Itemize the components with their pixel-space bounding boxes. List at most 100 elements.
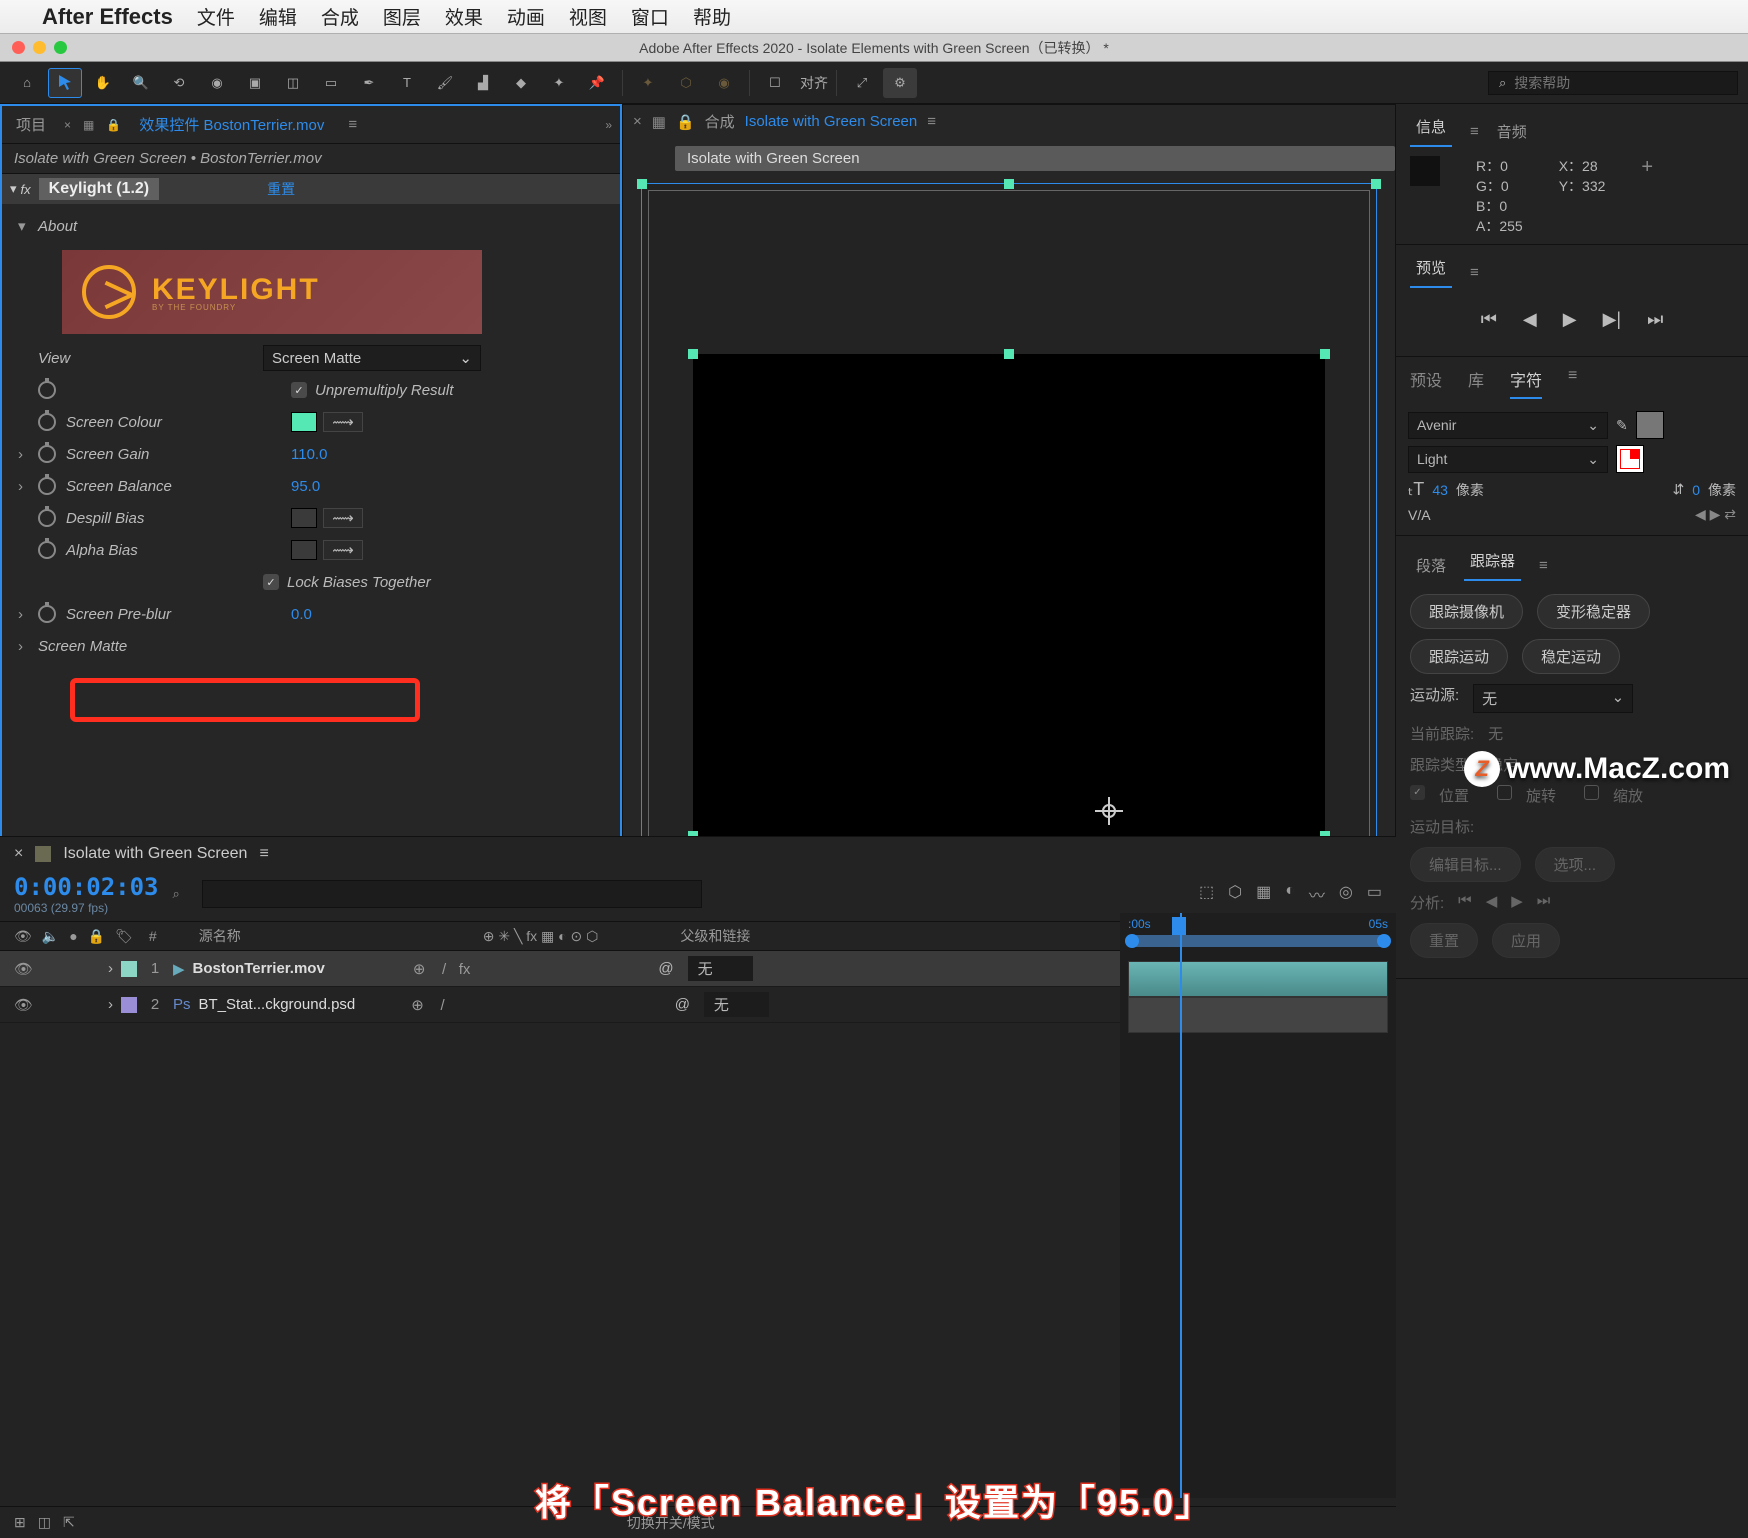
playhead[interactable] [1172, 917, 1186, 935]
lock-icon[interactable]: 🔒 [676, 113, 695, 131]
resize-handle[interactable] [1004, 179, 1014, 189]
tracker-reset-button[interactable]: 重置 [1410, 923, 1478, 958]
panel-menu-icon[interactable]: ≡ [1539, 557, 1548, 574]
close-tab-icon[interactable]: × [14, 845, 23, 863]
options-button[interactable]: 选项... [1535, 847, 1616, 882]
3d-tool[interactable]: ⬡ [669, 68, 703, 98]
solo-col-icon[interactable]: ● [69, 928, 77, 944]
eraser-tool[interactable]: ◆ [504, 68, 538, 98]
stopwatch-icon[interactable] [38, 509, 56, 527]
font-size-value[interactable]: 43 [1432, 482, 1448, 498]
arrows-icon[interactable]: ◀ ▶ ⇄ [1695, 506, 1736, 523]
parent-dropdown[interactable]: 无 [704, 992, 769, 1017]
menu-effect[interactable]: 效果 [445, 3, 483, 30]
analyze-end-icon[interactable]: ⏭ [1537, 892, 1551, 913]
anchor-point-icon[interactable] [1095, 797, 1123, 825]
stopwatch-icon[interactable] [38, 477, 56, 495]
first-frame-button[interactable]: ⏮ [1481, 309, 1497, 330]
expand-icon[interactable]: ⇱ [63, 1514, 75, 1531]
fill-swatch[interactable] [1636, 411, 1664, 439]
balance-value[interactable]: 95.0 [291, 478, 320, 495]
panel-menu-icon[interactable]: ≡ [1568, 367, 1577, 399]
layer-handle[interactable] [1320, 349, 1330, 359]
track-camera-button[interactable]: 跟踪摄像机 [1410, 594, 1523, 629]
fx-badge-icon[interactable]: fx [21, 182, 31, 197]
view-dropdown[interactable]: Screen Matte⌄ [263, 345, 481, 371]
work-area-end[interactable] [1377, 934, 1391, 948]
parent-dropdown[interactable]: 无 [688, 956, 753, 981]
prev-frame-button[interactable]: ◀ [1523, 309, 1537, 330]
menu-view[interactable]: 视图 [569, 3, 607, 30]
effect-twirl-icon[interactable]: ▾ [10, 181, 17, 197]
layer-duration-bar[interactable] [1128, 997, 1388, 1033]
font-family-dropdown[interactable]: Avenir⌄ [1408, 412, 1608, 439]
comp-marker-icon[interactable]: ▭ [1367, 882, 1382, 906]
time-ruler[interactable]: :00s 05s [1120, 913, 1396, 961]
panel-menu-icon[interactable]: ≡ [1470, 264, 1479, 281]
clone-tool[interactable]: ▟ [466, 68, 500, 98]
lock-col-icon[interactable]: 🔒 [88, 928, 105, 945]
rotation-tool[interactable]: ◉ [200, 68, 234, 98]
effect-reset-link[interactable]: 重置 [267, 179, 295, 199]
parent-pickwhip-icon[interactable]: @ [675, 996, 690, 1013]
toggle-switches-icon[interactable]: ⊞ [14, 1514, 26, 1531]
analyze-fwd-icon[interactable]: ▶ [1511, 892, 1523, 913]
tab-preset[interactable]: 预设 [1410, 367, 1442, 399]
panel-menu-icon[interactable]: ≡ [1470, 123, 1479, 140]
resize-handle[interactable] [637, 179, 647, 189]
source-name-col[interactable]: 源名称 [193, 926, 247, 946]
visibility-toggle[interactable]: 👁 [14, 960, 32, 978]
menu-composition[interactable]: 合成 [321, 3, 359, 30]
search-icon[interactable]: ⌕ [173, 886, 180, 902]
stopwatch-icon[interactable] [38, 605, 56, 623]
current-time[interactable]: 0:00:02:03 [14, 873, 159, 901]
tab-effect-controls[interactable]: 效果控件 BostonTerrier.mov [133, 114, 330, 135]
camera-tool[interactable]: ▣ [238, 68, 272, 98]
search-input[interactable] [1514, 75, 1727, 91]
menu-window[interactable]: 窗口 [631, 3, 669, 30]
position-checkbox[interactable]: ✓ [1410, 785, 1425, 800]
screen-matte-row[interactable]: › Screen Matte [2, 630, 620, 662]
scale-checkbox[interactable] [1584, 785, 1599, 800]
layer-color-chip[interactable] [121, 961, 137, 977]
panel-menu-icon[interactable]: ≡ [348, 116, 357, 133]
eye-col-icon[interactable]: 👁 [14, 928, 32, 945]
warp-stabilize-button[interactable]: 变形稳定器 [1537, 594, 1650, 629]
visibility-toggle[interactable]: 👁 [14, 996, 32, 1014]
next-frame-button[interactable]: ▶| [1603, 309, 1622, 330]
light-tool[interactable]: ◉ [707, 68, 741, 98]
orbit-tool[interactable]: ⟲ [162, 68, 196, 98]
timeline-search-input[interactable] [202, 880, 702, 908]
edit-target-button[interactable]: 编辑目标... [1410, 847, 1521, 882]
last-frame-button[interactable]: ⏭ [1647, 309, 1663, 330]
axis-tool[interactable]: ✦ [631, 68, 665, 98]
eyedropper-icon[interactable]: ⟿ [323, 412, 363, 432]
motion-source-dropdown[interactable]: 无⌄ [1473, 684, 1633, 713]
playhead-line[interactable] [1180, 913, 1182, 1498]
auto-open-icon[interactable]: ⤢ [845, 68, 879, 98]
close-comp-icon[interactable]: × [633, 113, 642, 130]
play-button[interactable]: ▶ [1563, 309, 1577, 330]
home-tool[interactable]: ⌂ [10, 68, 44, 98]
toggle-modes-icon[interactable]: ◫ [38, 1514, 51, 1531]
about-row[interactable]: ▾About [2, 210, 620, 242]
tab-project[interactable]: 项目 [10, 114, 52, 135]
snap-checkbox[interactable]: ☐ [758, 68, 792, 98]
layer-name[interactable]: BT_Stat...ckground.psd [199, 996, 356, 1013]
menu-edit[interactable]: 编辑 [259, 3, 297, 30]
pen-tool[interactable]: ✒ [352, 68, 386, 98]
tab-character[interactable]: 字符 [1510, 367, 1542, 399]
alpha-swatch[interactable] [291, 540, 317, 560]
tab-paragraph[interactable]: 段落 [1410, 555, 1452, 576]
audio-col-icon[interactable]: 🔈 [42, 928, 59, 945]
analyze-rev-icon[interactable]: ◀ [1486, 892, 1498, 913]
comp-breadcrumb-chip[interactable]: Isolate with Green Screen [675, 146, 1395, 171]
layer-handle[interactable] [1004, 349, 1014, 359]
track-motion-button[interactable]: 跟踪运动 [1410, 639, 1508, 674]
work-area-bar[interactable] [1128, 935, 1388, 947]
menu-animation[interactable]: 动画 [507, 3, 545, 30]
preblur-value[interactable]: 0.0 [291, 606, 312, 623]
unpremult-checkbox[interactable]: ✓ [291, 382, 307, 398]
panel-menu-icon[interactable]: ≡ [259, 845, 268, 863]
layer-handle[interactable] [688, 349, 698, 359]
